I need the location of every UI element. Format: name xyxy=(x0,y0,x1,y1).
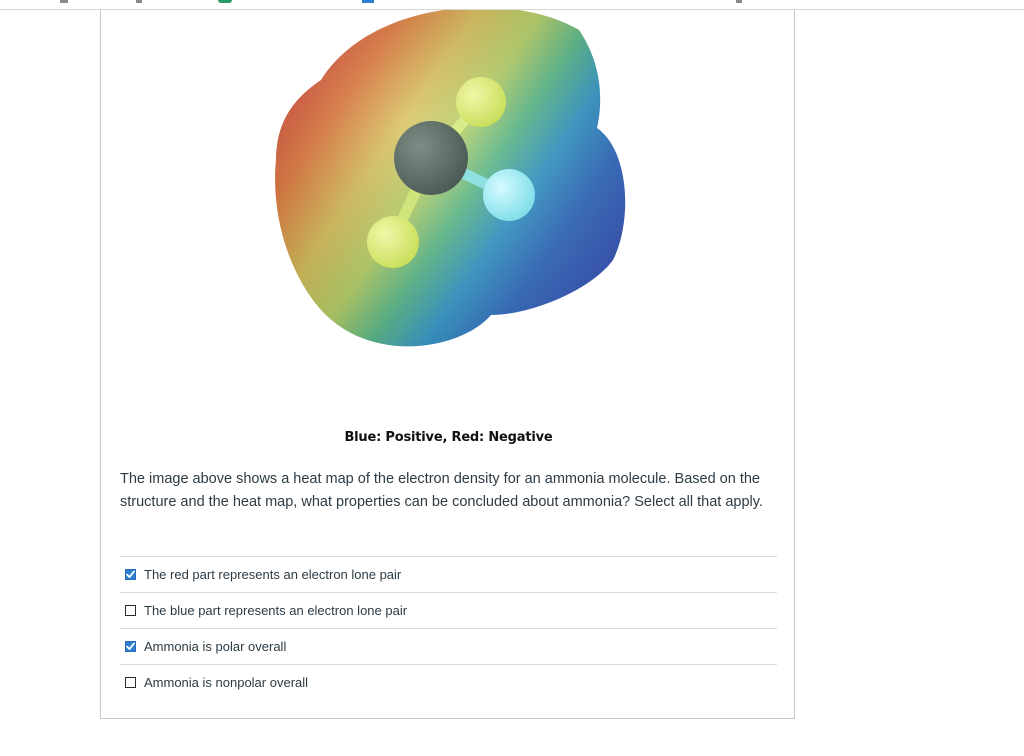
answer-option[interactable]: Ammonia is polar overall xyxy=(120,628,777,664)
fragment-mark xyxy=(218,0,232,3)
answer-option[interactable]: The blue part represents an electron lon… xyxy=(120,592,777,628)
check-icon xyxy=(126,642,135,650)
answer-option[interactable]: The red part represents an electron lone… xyxy=(120,556,777,592)
hydrogen-atom xyxy=(367,216,419,268)
answer-options-list: The red part represents an electron lone… xyxy=(120,556,777,700)
question-text: The image above shows a heat map of the … xyxy=(120,471,763,510)
answer-option-label: The blue part represents an electron lon… xyxy=(144,603,408,618)
answer-option-label: Ammonia is polar overall xyxy=(144,639,287,654)
checkbox[interactable] xyxy=(125,677,136,688)
checkbox[interactable] xyxy=(125,569,136,580)
checkbox[interactable] xyxy=(125,641,136,652)
answer-option-label: The red part represents an electron lone… xyxy=(144,567,402,582)
checkbox[interactable] xyxy=(125,605,136,616)
answer-option-label: Ammonia is nonpolar overall xyxy=(144,675,309,690)
image-caption: Blue: Positive, Red: Negative xyxy=(344,430,553,445)
fragment-mark xyxy=(60,0,68,3)
fragment-mark xyxy=(362,0,374,3)
answer-option[interactable]: Ammonia is nonpolar overall xyxy=(120,664,777,700)
hydrogen-atom xyxy=(483,169,535,221)
hydrogen-atom xyxy=(456,77,506,127)
nitrogen-atom xyxy=(394,121,468,195)
fragment-mark xyxy=(136,0,142,3)
question-card: Blue: Positive, Red: Negative The image … xyxy=(100,7,795,719)
ammonia-heat-map-image xyxy=(261,7,641,370)
check-icon xyxy=(126,570,135,578)
top-toolbar-fragments xyxy=(0,0,1024,8)
fragment-mark xyxy=(736,0,742,3)
